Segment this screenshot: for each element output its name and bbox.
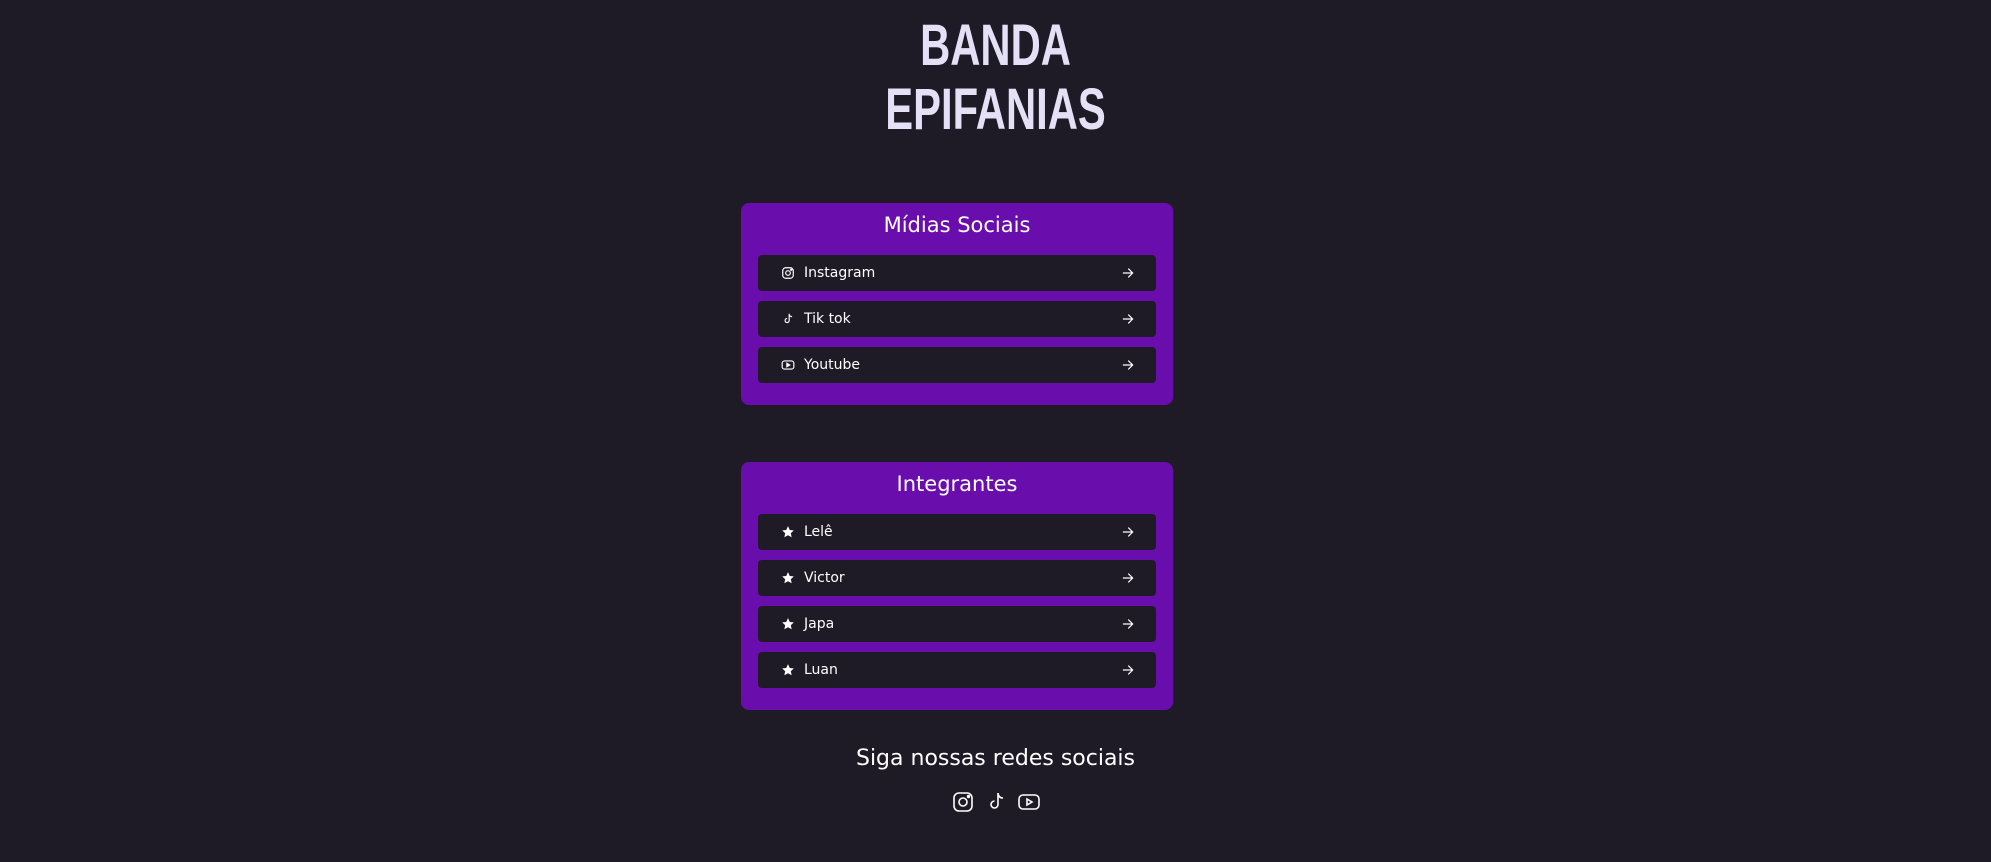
member-label: Victor [804,570,845,586]
arrow-right-icon [1121,571,1135,585]
arrow-right-icon [1121,617,1135,631]
footer-social-icons [0,790,1991,814]
tiktok-icon [780,311,796,327]
member-label: Luan [804,662,838,678]
link-tiktok[interactable]: Tik tok [758,301,1156,337]
band-logo: BANDA EPIFANIAS [0,14,1991,142]
social-media-title: Mídias Sociais [883,213,1031,237]
arrow-right-icon [1121,525,1135,539]
star-icon [780,616,796,632]
instagram-icon [780,265,796,281]
youtube-icon[interactable] [1017,790,1041,814]
footer-title: Siga nossas redes sociais [855,746,1136,771]
member-luan[interactable]: Luan [758,652,1156,688]
link-label: Youtube [804,357,860,373]
logo-line-2: EPIFANIAS [885,77,1106,142]
youtube-icon [780,357,796,373]
star-icon [780,570,796,586]
arrow-right-icon [1121,312,1135,326]
link-label: Tik tok [804,311,851,327]
arrow-right-icon [1121,663,1135,677]
arrow-right-icon [1121,266,1135,280]
link-label: Instagram [804,265,876,281]
instagram-icon[interactable] [951,790,975,814]
member-lele[interactable]: Lelê [758,514,1156,550]
star-icon [780,524,796,540]
members-card: Integrantes Lelê Victor Japa Luan [741,462,1173,710]
star-icon [780,662,796,678]
logo-line-1: BANDA [920,13,1071,78]
link-youtube[interactable]: Youtube [758,347,1156,383]
member-label: Japa [804,616,835,632]
member-label: Lelê [804,524,833,540]
link-instagram[interactable]: Instagram [758,255,1156,291]
members-title: Integrantes [896,472,1018,496]
member-japa[interactable]: Japa [758,606,1156,642]
member-victor[interactable]: Victor [758,560,1156,596]
tiktok-icon[interactable] [984,790,1008,814]
page: BANDA EPIFANIAS Mídias Sociais Instagram… [0,0,1991,862]
social-media-card: Mídias Sociais Instagram Tik tok Youtube [741,203,1173,405]
arrow-right-icon [1121,358,1135,372]
